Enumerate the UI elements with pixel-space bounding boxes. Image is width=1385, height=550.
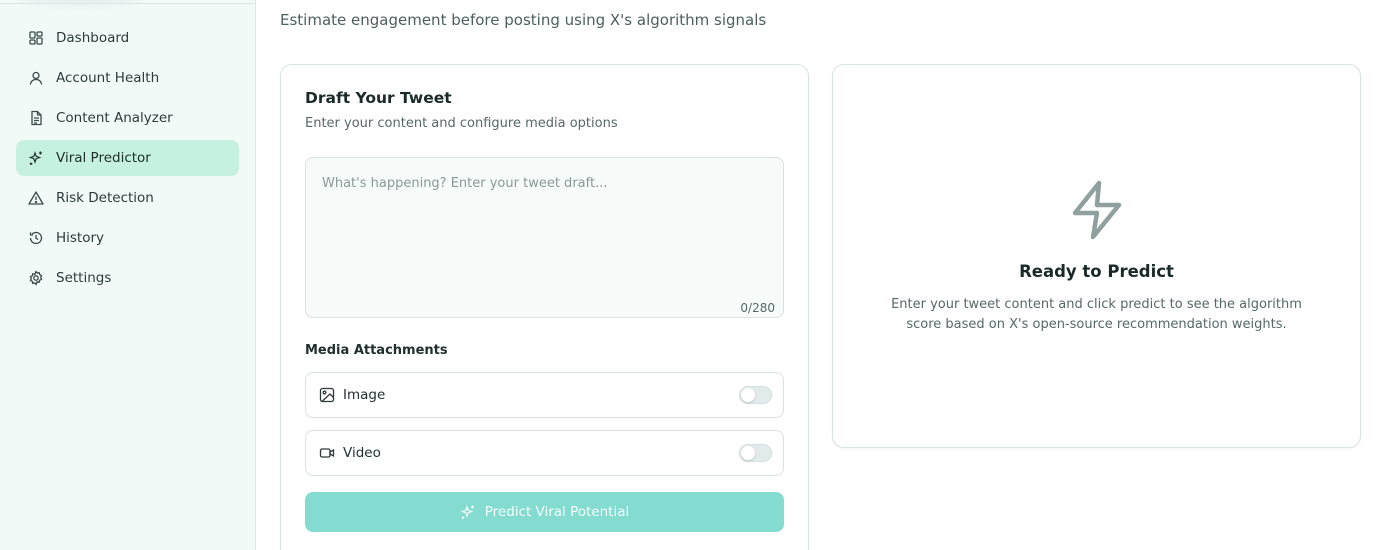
toggle-knob (741, 446, 755, 460)
history-icon (28, 230, 44, 246)
sidebar-item-history[interactable]: History (16, 220, 239, 256)
image-toggle[interactable] (739, 386, 772, 404)
media-option-label: Video (343, 445, 381, 461)
logo (20, 0, 140, 2)
user-icon (28, 70, 44, 86)
sidebar-item-label: History (56, 230, 105, 246)
predict-button-label: Predict Viral Potential (484, 504, 630, 520)
character-count: 0/280 (740, 301, 775, 315)
prediction-result-card: Ready to Predict Enter your tweet conten… (832, 64, 1361, 448)
document-icon (28, 110, 44, 126)
media-attachments-label: Media Attachments (305, 343, 448, 358)
lightning-bolt-icon (1072, 180, 1122, 240)
sidebar-item-label: Content Analyzer (56, 110, 173, 126)
media-option-label: Image (343, 387, 386, 403)
result-description: Enter your tweet content and click predi… (891, 297, 1302, 332)
predict-viral-potential-button[interactable]: Predict Viral Potential (305, 492, 784, 532)
grid-icon (28, 30, 44, 46)
app-root: Dashboard Account Health Content Analyze… (0, 0, 1385, 550)
video-icon (319, 445, 335, 461)
sidebar-item-label: Viral Predictor (56, 150, 151, 166)
gear-icon (28, 270, 44, 286)
sidebar-item-content-analyzer[interactable]: Content Analyzer (16, 100, 239, 136)
draft-card-title: Draft Your Tweet (305, 89, 452, 107)
media-option-image: Image (305, 372, 784, 418)
tweet-draft-input[interactable] (322, 176, 767, 286)
draft-tweet-card: Draft Your Tweet Enter your content and … (280, 64, 809, 550)
sparkles-icon (460, 504, 476, 520)
sidebar-item-label: Dashboard (56, 30, 130, 46)
sidebar-item-label: Account Health (56, 70, 160, 86)
warning-icon (28, 190, 44, 206)
draft-card-description: Enter your content and configure media o… (305, 116, 618, 131)
sparkles-icon (28, 150, 44, 166)
sidebar-item-viral-predictor[interactable]: Viral Predictor (16, 140, 239, 176)
video-toggle[interactable] (739, 444, 772, 462)
sidebar-item-risk-detection[interactable]: Risk Detection (16, 180, 239, 216)
image-icon (319, 387, 335, 403)
sidebar-item-settings[interactable]: Settings (16, 260, 239, 296)
tweet-draft-box: 0/280 (305, 157, 784, 318)
result-title: Ready to Predict (1019, 262, 1174, 281)
sidebar: Dashboard Account Health Content Analyze… (0, 0, 256, 550)
sidebar-item-label: Settings (56, 270, 112, 286)
media-option-video: Video (305, 430, 784, 476)
sidebar-divider (0, 3, 256, 4)
page-subtitle: Estimate engagement before posting using… (280, 11, 767, 29)
sidebar-item-label: Risk Detection (56, 190, 154, 206)
toggle-knob (741, 388, 755, 402)
sidebar-item-dashboard[interactable]: Dashboard (16, 20, 239, 56)
sidebar-nav: Dashboard Account Health Content Analyze… (16, 20, 239, 300)
sidebar-item-account-health[interactable]: Account Health (16, 60, 239, 96)
